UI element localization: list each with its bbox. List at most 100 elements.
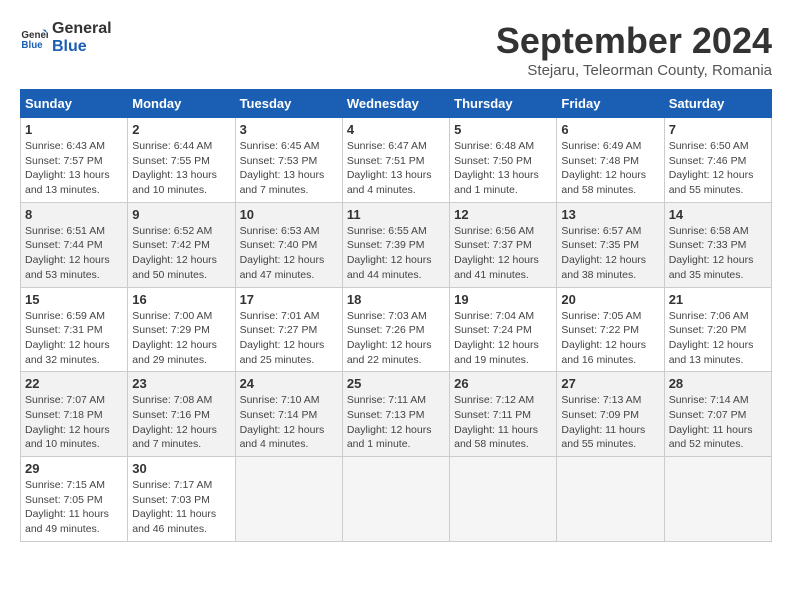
title-block: September 2024 Stejaru, Teleorman County… (496, 20, 772, 79)
calendar-cell: 4 Sunrise: 6:47 AM Sunset: 7:51 PM Dayli… (342, 118, 449, 203)
day-number: 10 (240, 207, 338, 222)
calendar-cell: 12 Sunrise: 6:56 AM Sunset: 7:37 PM Dayl… (450, 202, 557, 287)
calendar-cell: 8 Sunrise: 6:51 AM Sunset: 7:44 PM Dayli… (21, 202, 128, 287)
calendar-cell (450, 457, 557, 542)
day-number: 27 (561, 376, 659, 391)
day-info: Sunrise: 7:12 AM Sunset: 7:11 PM Dayligh… (454, 393, 552, 452)
calendar-cell: 26 Sunrise: 7:12 AM Sunset: 7:11 PM Dayl… (450, 372, 557, 457)
calendar-cell: 29 Sunrise: 7:15 AM Sunset: 7:05 PM Dayl… (21, 457, 128, 542)
day-number: 20 (561, 292, 659, 307)
col-header-tuesday: Tuesday (235, 90, 342, 118)
calendar-week-row: 22 Sunrise: 7:07 AM Sunset: 7:18 PM Dayl… (21, 372, 772, 457)
day-number: 5 (454, 122, 552, 137)
calendar-cell: 9 Sunrise: 6:52 AM Sunset: 7:42 PM Dayli… (128, 202, 235, 287)
calendar-cell (342, 457, 449, 542)
calendar-cell: 3 Sunrise: 6:45 AM Sunset: 7:53 PM Dayli… (235, 118, 342, 203)
calendar-cell: 30 Sunrise: 7:17 AM Sunset: 7:03 PM Dayl… (128, 457, 235, 542)
day-number: 19 (454, 292, 552, 307)
day-number: 7 (669, 122, 767, 137)
day-number: 29 (25, 461, 123, 476)
day-number: 13 (561, 207, 659, 222)
col-header-sunday: Sunday (21, 90, 128, 118)
day-info: Sunrise: 7:10 AM Sunset: 7:14 PM Dayligh… (240, 393, 338, 452)
day-info: Sunrise: 7:04 AM Sunset: 7:24 PM Dayligh… (454, 309, 552, 368)
location-subtitle: Stejaru, Teleorman County, Romania (496, 62, 772, 79)
day-info: Sunrise: 7:00 AM Sunset: 7:29 PM Dayligh… (132, 309, 230, 368)
day-number: 25 (347, 376, 445, 391)
day-number: 24 (240, 376, 338, 391)
day-number: 17 (240, 292, 338, 307)
day-info: Sunrise: 6:44 AM Sunset: 7:55 PM Dayligh… (132, 139, 230, 198)
col-header-monday: Monday (128, 90, 235, 118)
calendar-cell: 22 Sunrise: 7:07 AM Sunset: 7:18 PM Dayl… (21, 372, 128, 457)
calendar-cell: 15 Sunrise: 6:59 AM Sunset: 7:31 PM Dayl… (21, 287, 128, 372)
day-info: Sunrise: 6:59 AM Sunset: 7:31 PM Dayligh… (25, 309, 123, 368)
day-info: Sunrise: 7:05 AM Sunset: 7:22 PM Dayligh… (561, 309, 659, 368)
day-info: Sunrise: 6:47 AM Sunset: 7:51 PM Dayligh… (347, 139, 445, 198)
day-info: Sunrise: 6:56 AM Sunset: 7:37 PM Dayligh… (454, 224, 552, 283)
day-info: Sunrise: 7:15 AM Sunset: 7:05 PM Dayligh… (25, 478, 123, 537)
day-info: Sunrise: 6:53 AM Sunset: 7:40 PM Dayligh… (240, 224, 338, 283)
col-header-saturday: Saturday (664, 90, 771, 118)
day-info: Sunrise: 6:52 AM Sunset: 7:42 PM Dayligh… (132, 224, 230, 283)
day-number: 21 (669, 292, 767, 307)
day-number: 26 (454, 376, 552, 391)
day-number: 15 (25, 292, 123, 307)
day-number: 11 (347, 207, 445, 222)
calendar-cell: 13 Sunrise: 6:57 AM Sunset: 7:35 PM Dayl… (557, 202, 664, 287)
svg-text:Blue: Blue (21, 39, 43, 50)
calendar-header-row: SundayMondayTuesdayWednesdayThursdayFrid… (21, 90, 772, 118)
day-info: Sunrise: 7:11 AM Sunset: 7:13 PM Dayligh… (347, 393, 445, 452)
calendar-cell: 16 Sunrise: 7:00 AM Sunset: 7:29 PM Dayl… (128, 287, 235, 372)
calendar-cell: 11 Sunrise: 6:55 AM Sunset: 7:39 PM Dayl… (342, 202, 449, 287)
day-info: Sunrise: 6:55 AM Sunset: 7:39 PM Dayligh… (347, 224, 445, 283)
day-info: Sunrise: 6:50 AM Sunset: 7:46 PM Dayligh… (669, 139, 767, 198)
day-number: 14 (669, 207, 767, 222)
logo-blue: Blue (52, 38, 112, 56)
day-info: Sunrise: 7:08 AM Sunset: 7:16 PM Dayligh… (132, 393, 230, 452)
day-info: Sunrise: 6:51 AM Sunset: 7:44 PM Dayligh… (25, 224, 123, 283)
col-header-wednesday: Wednesday (342, 90, 449, 118)
day-info: Sunrise: 7:06 AM Sunset: 7:20 PM Dayligh… (669, 309, 767, 368)
calendar-cell: 25 Sunrise: 7:11 AM Sunset: 7:13 PM Dayl… (342, 372, 449, 457)
logo-general: General (52, 20, 112, 38)
page-header: General Blue General Blue September 2024… (20, 20, 772, 79)
calendar-cell: 5 Sunrise: 6:48 AM Sunset: 7:50 PM Dayli… (450, 118, 557, 203)
day-number: 6 (561, 122, 659, 137)
calendar-cell: 20 Sunrise: 7:05 AM Sunset: 7:22 PM Dayl… (557, 287, 664, 372)
day-number: 4 (347, 122, 445, 137)
calendar-cell: 6 Sunrise: 6:49 AM Sunset: 7:48 PM Dayli… (557, 118, 664, 203)
day-info: Sunrise: 6:49 AM Sunset: 7:48 PM Dayligh… (561, 139, 659, 198)
day-number: 30 (132, 461, 230, 476)
col-header-friday: Friday (557, 90, 664, 118)
day-number: 18 (347, 292, 445, 307)
day-number: 22 (25, 376, 123, 391)
calendar-week-row: 29 Sunrise: 7:15 AM Sunset: 7:05 PM Dayl… (21, 457, 772, 542)
day-info: Sunrise: 7:13 AM Sunset: 7:09 PM Dayligh… (561, 393, 659, 452)
day-number: 28 (669, 376, 767, 391)
calendar-cell: 7 Sunrise: 6:50 AM Sunset: 7:46 PM Dayli… (664, 118, 771, 203)
day-number: 3 (240, 122, 338, 137)
calendar-cell: 14 Sunrise: 6:58 AM Sunset: 7:33 PM Dayl… (664, 202, 771, 287)
calendar-cell: 23 Sunrise: 7:08 AM Sunset: 7:16 PM Dayl… (128, 372, 235, 457)
calendar-cell: 19 Sunrise: 7:04 AM Sunset: 7:24 PM Dayl… (450, 287, 557, 372)
day-info: Sunrise: 6:48 AM Sunset: 7:50 PM Dayligh… (454, 139, 552, 198)
day-info: Sunrise: 7:14 AM Sunset: 7:07 PM Dayligh… (669, 393, 767, 452)
calendar-table: SundayMondayTuesdayWednesdayThursdayFrid… (20, 89, 772, 542)
calendar-cell: 28 Sunrise: 7:14 AM Sunset: 7:07 PM Dayl… (664, 372, 771, 457)
day-number: 16 (132, 292, 230, 307)
day-number: 12 (454, 207, 552, 222)
calendar-cell: 27 Sunrise: 7:13 AM Sunset: 7:09 PM Dayl… (557, 372, 664, 457)
calendar-week-row: 1 Sunrise: 6:43 AM Sunset: 7:57 PM Dayli… (21, 118, 772, 203)
day-number: 9 (132, 207, 230, 222)
calendar-week-row: 15 Sunrise: 6:59 AM Sunset: 7:31 PM Dayl… (21, 287, 772, 372)
calendar-cell: 10 Sunrise: 6:53 AM Sunset: 7:40 PM Dayl… (235, 202, 342, 287)
calendar-cell: 1 Sunrise: 6:43 AM Sunset: 7:57 PM Dayli… (21, 118, 128, 203)
day-info: Sunrise: 7:07 AM Sunset: 7:18 PM Dayligh… (25, 393, 123, 452)
logo: General Blue General Blue (20, 20, 112, 55)
calendar-cell (235, 457, 342, 542)
calendar-cell: 18 Sunrise: 7:03 AM Sunset: 7:26 PM Dayl… (342, 287, 449, 372)
calendar-cell (664, 457, 771, 542)
calendar-cell: 17 Sunrise: 7:01 AM Sunset: 7:27 PM Dayl… (235, 287, 342, 372)
month-title: September 2024 (496, 20, 772, 62)
